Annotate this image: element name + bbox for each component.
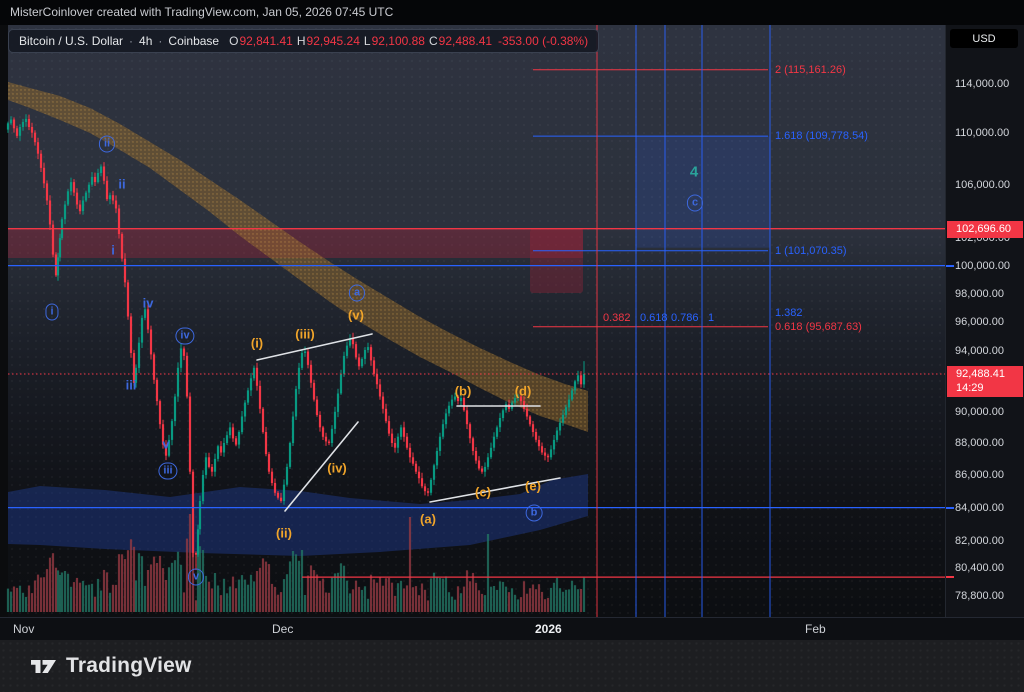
axis-alert-marker bbox=[946, 265, 954, 267]
time-axis-label-Nov: Nov bbox=[13, 622, 34, 636]
separator: · bbox=[158, 34, 162, 48]
support-zone-overlay bbox=[8, 474, 588, 556]
ohlc-value: 92,841.41 bbox=[239, 34, 292, 48]
ohlc-key: L bbox=[364, 34, 371, 48]
price-axis[interactable]: USD 114,000.00110,000.00106,000.00102,00… bbox=[945, 25, 1024, 617]
price-tick: 82,000.00 bbox=[946, 535, 1024, 547]
axis-alert-marker bbox=[946, 507, 954, 509]
price-tick: 88,000.00 bbox=[946, 437, 1024, 449]
last-price-badge: 92,488.4114:29 bbox=[947, 366, 1023, 397]
tradingview-wordmark: TradingView bbox=[66, 654, 192, 678]
footer-bar: TradingView bbox=[0, 640, 1024, 692]
price-tick: 96,000.00 bbox=[946, 316, 1024, 328]
exchange-label: Coinbase bbox=[168, 34, 219, 48]
price-tick: 114,000.00 bbox=[946, 78, 1024, 90]
ohlc-value: 92,100.88 bbox=[372, 34, 425, 48]
ohlc-value: 92,488.41 bbox=[439, 34, 492, 48]
ohlc-key: H bbox=[297, 34, 306, 48]
tradingview-screenshot: MisterCoinlover created with TradingView… bbox=[0, 0, 1024, 692]
time-axis-label-Dec: Dec bbox=[272, 622, 293, 636]
ohlc-value: 92,945.24 bbox=[307, 34, 360, 48]
attribution-bar: MisterCoinlover created with TradingView… bbox=[0, 0, 1024, 25]
wave4-target-box[interactable] bbox=[636, 136, 770, 248]
price-tick: 90,000.00 bbox=[946, 406, 1024, 418]
separator: · bbox=[129, 34, 133, 48]
price-tick: 78,800.00 bbox=[946, 590, 1024, 602]
time-axis-label-Feb: Feb bbox=[805, 622, 826, 636]
price-tick: 106,000.00 bbox=[946, 179, 1024, 191]
alert-price-badge: 102,696.60 bbox=[947, 221, 1023, 238]
bar-countdown: 14:29 bbox=[956, 381, 1023, 395]
interval-label: 4h bbox=[139, 34, 152, 48]
ohlc-key: O bbox=[229, 34, 238, 48]
attribution-text: MisterCoinlover created with TradingView… bbox=[10, 5, 393, 19]
change-value: -353.00 (-0.38%) bbox=[498, 34, 588, 48]
axis-alert-marker bbox=[946, 576, 954, 578]
price-tick: 84,000.00 bbox=[946, 502, 1024, 514]
symbol-title: Bitcoin / U.S. Dollar bbox=[19, 34, 123, 48]
trend-line-1[interactable] bbox=[257, 334, 372, 360]
price-tick: 86,000.00 bbox=[946, 469, 1024, 481]
chart-pane[interactable]: iiiiviiivabciiiiviiiv4(i)(iii)(v)(ii)(iv… bbox=[0, 25, 945, 617]
resistance-cloud-tail bbox=[530, 229, 583, 293]
tradingview-logo-icon bbox=[30, 655, 57, 678]
ohlc-key: C bbox=[429, 34, 438, 48]
currency-button[interactable]: USD bbox=[950, 29, 1018, 48]
chart-plot[interactable] bbox=[0, 25, 945, 617]
price-tick: 110,000.00 bbox=[946, 127, 1024, 139]
ohlc-values: O92,841.41 H92,945.24 L92,100.88 C92,488.41 bbox=[225, 34, 492, 48]
price-tick: 94,000.00 bbox=[946, 345, 1024, 357]
time-axis-label-2026: 2026 bbox=[535, 622, 562, 636]
price-tick: 98,000.00 bbox=[946, 288, 1024, 300]
symbol-legend[interactable]: Bitcoin / U.S. Dollar · 4h · Coinbase O9… bbox=[8, 29, 599, 53]
price-tick: 100,000.00 bbox=[946, 260, 1024, 272]
time-axis[interactable]: Nov Dec 2026 Feb bbox=[0, 617, 1024, 640]
price-tick: 80,400.00 bbox=[946, 562, 1024, 574]
